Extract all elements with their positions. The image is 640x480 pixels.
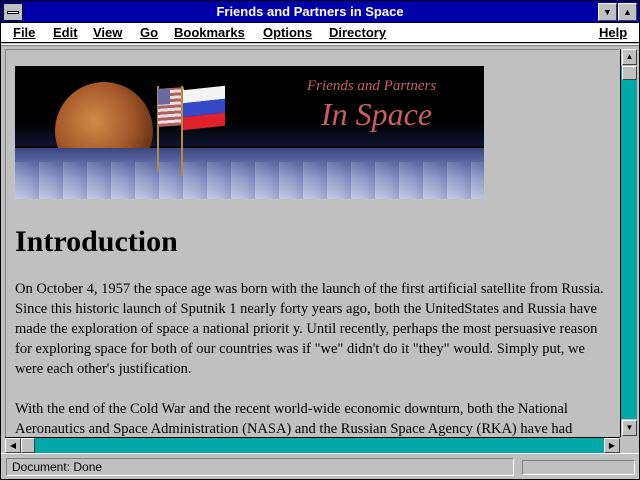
menu-options[interactable]: Options <box>263 25 312 40</box>
banner-title-line2: In Space <box>321 96 433 132</box>
menu-file-label: File <box>13 25 36 40</box>
arrow-up-icon: ▲ <box>625 52 634 61</box>
menu-bar: File Edit View Go Bookmarks Options Dire… <box>1 23 639 43</box>
menu-separator <box>1 44 639 46</box>
arrow-down-icon: ▼ <box>625 423 634 432</box>
title-bar[interactable]: Friends and Partners in Space ▼ ▲ <box>1 1 639 23</box>
triangle-up-icon: ▲ <box>623 7 632 17</box>
vertical-scroll-track[interactable] <box>621 66 637 419</box>
menu-help-label: Help <box>599 25 628 40</box>
russian-flag-icon <box>183 85 225 131</box>
window-title: Friends and Partners in Space <box>216 4 404 19</box>
triangle-down-icon: ▼ <box>603 7 612 17</box>
menu-bookmarks-label: Bookmarks <box>174 25 245 40</box>
menu-options-label: Options <box>263 25 313 40</box>
scroll-up-button[interactable]: ▲ <box>622 49 637 65</box>
arrow-left-icon: ◀ <box>9 441 17 450</box>
menu-bookmarks[interactable]: Bookmarks <box>174 25 245 40</box>
horizontal-scroll-track[interactable] <box>21 438 604 453</box>
scroll-down-button[interactable]: ▼ <box>622 420 637 436</box>
system-menu-icon <box>7 11 19 14</box>
vertical-scrollbar[interactable]: ▲ ▼ <box>620 49 637 437</box>
arrow-right-icon: ▶ <box>608 441 616 450</box>
menu-edit-label: Edit <box>53 25 78 40</box>
menu-directory[interactable]: Directory <box>329 25 386 40</box>
vertical-scroll-thumb[interactable] <box>622 66 637 80</box>
menu-help[interactable]: Help <box>599 25 627 40</box>
banner-title-line1: Friends and Partners <box>307 78 437 94</box>
page-heading: Introduction <box>15 225 178 258</box>
menu-edit[interactable]: Edit <box>53 25 78 40</box>
paragraph-2: With the end of the Cold War and the rec… <box>15 401 573 437</box>
minimize-button[interactable]: ▼ <box>598 3 617 21</box>
menu-view-label: View <box>93 25 123 40</box>
scroll-right-button[interactable]: ▶ <box>604 438 620 453</box>
horizontal-scroll-thumb[interactable] <box>21 438 35 453</box>
menu-go[interactable]: Go <box>140 25 158 40</box>
menu-go-label: Go <box>140 25 159 40</box>
browser-window: Friends and Partners in Space ▼ ▲ File E… <box>0 0 640 480</box>
system-menu-button[interactable] <box>3 3 23 21</box>
status-text: Document: Done <box>6 458 514 476</box>
scroll-left-button[interactable]: ◀ <box>5 438 21 453</box>
paragraph-1: On October 4, 1957 the space age was bor… <box>15 281 604 377</box>
menu-directory-label: Directory <box>329 25 387 40</box>
document-viewport[interactable]: Friends and Partners In Space Introducti… <box>5 49 619 437</box>
horizontal-scrollbar[interactable]: ◀ ▶ <box>5 437 620 453</box>
status-bar: Document: Done <box>1 456 639 479</box>
banner-cloud-texture <box>15 162 484 199</box>
menu-file[interactable]: File <box>13 25 35 40</box>
progress-indicator <box>522 460 635 475</box>
banner-image: Friends and Partners In Space <box>15 66 484 199</box>
menu-view[interactable]: View <box>93 25 122 40</box>
document-content: Friends and Partners In Space Introducti… <box>15 66 611 437</box>
maximize-button[interactable]: ▲ <box>618 3 637 21</box>
